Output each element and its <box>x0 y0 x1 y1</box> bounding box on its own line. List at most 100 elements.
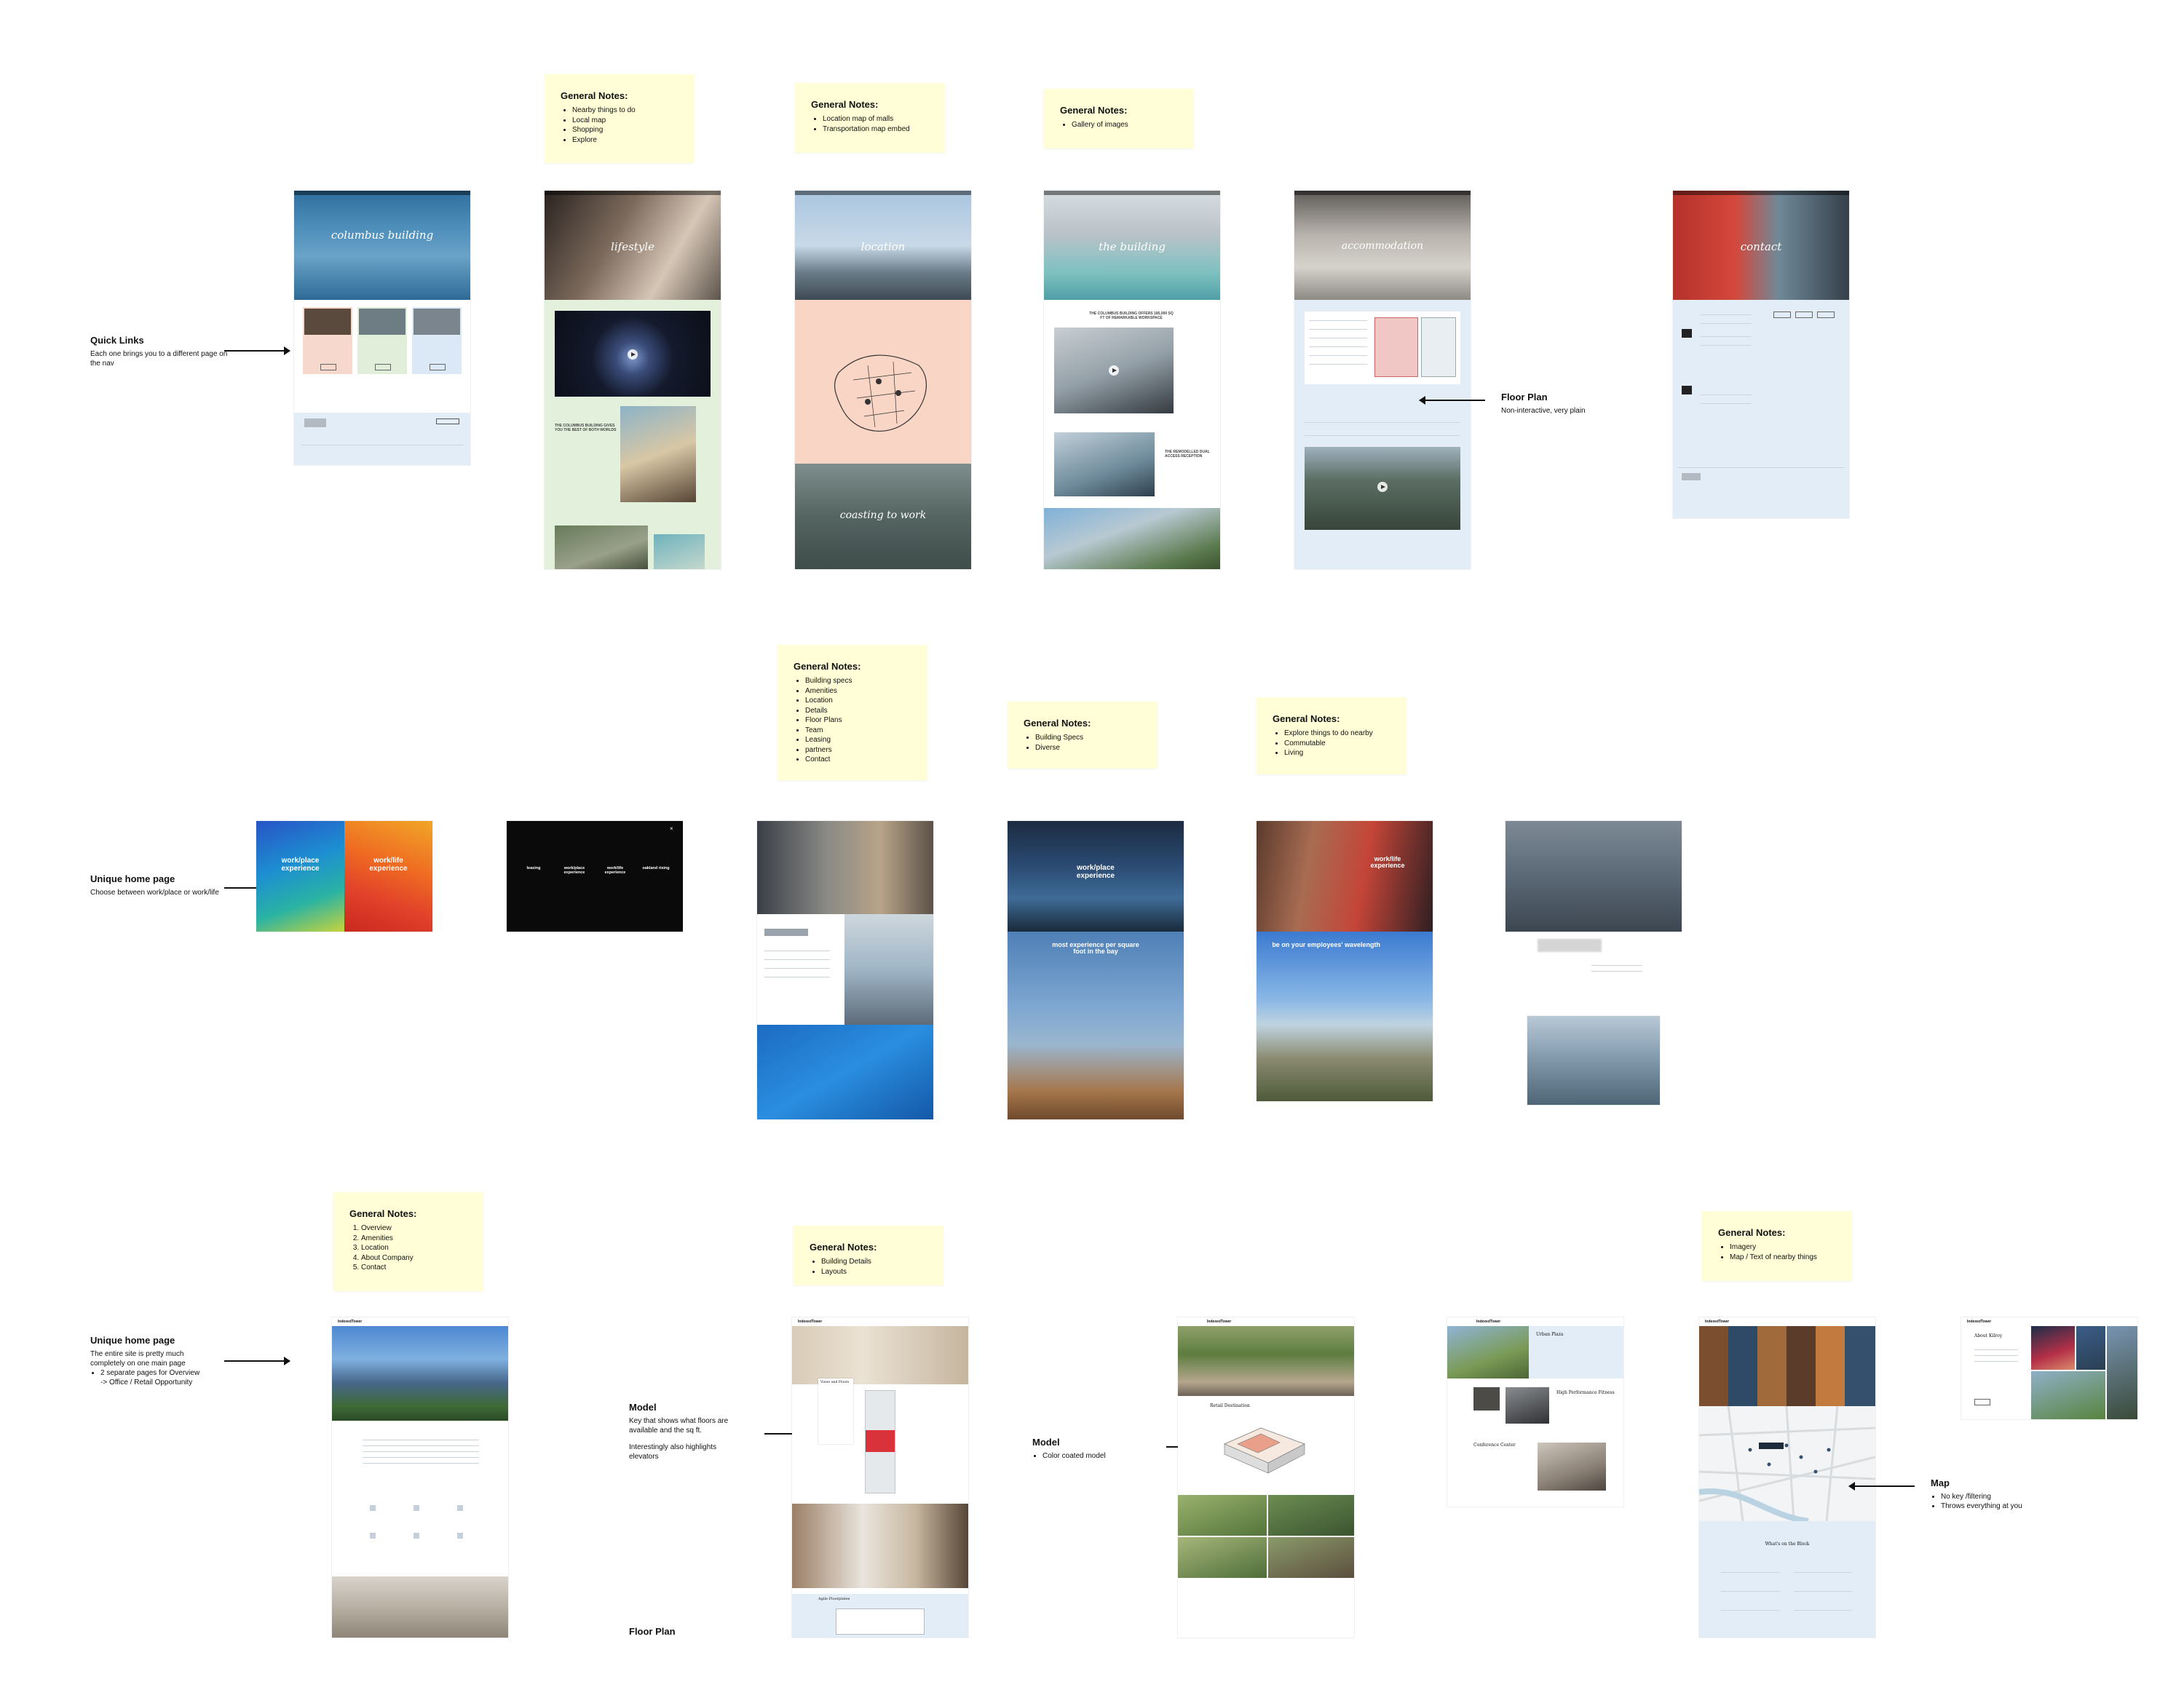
accordion-row[interactable] <box>1305 435 1460 436</box>
split-left-title: work/place experience <box>281 857 320 873</box>
menu-item[interactable]: work/place experience <box>556 866 593 875</box>
annotation-title: Quick Links <box>90 335 144 346</box>
brand-logo: IndexedTower <box>1476 1320 1501 1324</box>
note-item: Building specs <box>805 676 911 686</box>
quick-link-card[interactable] <box>357 307 407 374</box>
arrow-left-icon <box>1419 396 1485 405</box>
screenshot-map: IndexedTower What's on the Block <box>1699 1317 1875 1638</box>
note-item: Overview <box>361 1223 467 1234</box>
screenshot-tower-site <box>757 821 933 1119</box>
stat-icon <box>414 1533 419 1539</box>
block-list-panel: What's on the Block <box>1699 1521 1875 1638</box>
note-item: Living <box>1284 748 1390 758</box>
stat-icon <box>457 1533 463 1539</box>
info-panel <box>757 914 844 1025</box>
note-item: Location <box>805 696 911 706</box>
note-item: Team <box>805 726 911 736</box>
nav-bar <box>1673 191 1849 195</box>
screenshot-model: IndexedTower Views and Floors Agile Floo… <box>792 1317 968 1638</box>
annotation-unique-home-single: Unique home page The entire site is pret… <box>90 1335 214 1387</box>
plaza-image <box>555 525 648 569</box>
annotation-title: Model <box>1032 1437 1060 1448</box>
city-sky-image <box>1257 932 1433 1101</box>
location-map-illustration <box>834 354 927 432</box>
screenshot-about: IndexedTower About Kilroy <box>1961 1317 2137 1419</box>
brand-logo: IndexedTower <box>338 1320 363 1324</box>
note-item: Local map <box>572 116 678 126</box>
worklife-title: work/life experience <box>1370 855 1405 870</box>
split-left-panel[interactable] <box>256 821 344 932</box>
accordion-row[interactable] <box>1305 422 1460 423</box>
floorplan-panel: Agile Floorplates <box>792 1594 968 1638</box>
screenshot-worklife: work/life experience be on your employee… <box>1257 821 1433 1101</box>
sticky-note-lifestyle: General Notes: Nearby things to do Local… <box>545 74 694 163</box>
plaza-trees-image <box>1178 1326 1354 1396</box>
gallery-image <box>1178 1537 1267 1578</box>
commute-title: coasting to work <box>839 509 927 521</box>
gallery-image <box>1268 1495 1354 1536</box>
play-icon[interactable] <box>1377 482 1388 492</box>
plaza-image <box>1447 1326 1529 1378</box>
note-item: Gallery of images <box>1072 120 1178 130</box>
color-coded-model[interactable] <box>1217 1415 1312 1480</box>
screenshot-workplace: work/place experience most experience pe… <box>1008 821 1184 1119</box>
tower-sky-image <box>1008 932 1184 1119</box>
neighborhood-map[interactable] <box>1699 1405 1875 1524</box>
note-item: Building Details <box>821 1257 927 1267</box>
quick-link-card[interactable] <box>412 307 462 374</box>
contact-button[interactable] <box>1773 312 1791 318</box>
menu-item[interactable]: work/life experience <box>597 866 633 875</box>
contact-button[interactable] <box>1817 312 1835 318</box>
note-item: Commutable <box>1284 739 1390 749</box>
note-item: Contact <box>805 755 911 765</box>
split-right-panel[interactable] <box>344 821 432 932</box>
close-icon[interactable]: × <box>670 825 673 832</box>
screenshot-lifestyle: lifestyle THE COLUMBUS BUILDING GIVES YO… <box>545 191 721 569</box>
screenshot-city-site <box>1506 821 1682 932</box>
contact-button[interactable] <box>1795 312 1813 318</box>
note-title: General Notes: <box>1024 718 1091 729</box>
hero-title: lifestyle <box>611 240 654 253</box>
play-icon[interactable] <box>628 349 638 360</box>
split-right-title: work/life experience <box>369 857 408 873</box>
sticky-note-oakland-home: General Notes: Building specs Amenities … <box>778 645 927 780</box>
menu-item[interactable]: oakland rising <box>638 866 674 870</box>
intro-text: THE COLUMBUS BUILDING GIVES YOU THE BEST… <box>555 424 617 432</box>
screenshot-building: the building THE COLUMBUS BUILDING OFFER… <box>1044 191 1220 569</box>
tower-render-image <box>844 914 933 1025</box>
floor-plan-table <box>1305 312 1460 384</box>
footer-panel <box>294 413 470 465</box>
brand-logo: IndexedTower <box>1705 1320 1730 1324</box>
gallery-image <box>1268 1537 1354 1578</box>
stat-icon <box>457 1505 463 1511</box>
annotation-model-colors: Model Color coated model <box>1032 1437 1134 1461</box>
pool-image <box>654 534 705 569</box>
menu-item[interactable]: leasing <box>515 866 552 870</box>
annotation-desc: Interestingly also highlights elevators <box>629 1443 717 1461</box>
conference-image <box>1538 1443 1606 1491</box>
annotation-title: Floor Plan <box>1501 392 1548 402</box>
contact-logo <box>1682 329 1692 338</box>
annotation-desc: Each one brings you to a different page … <box>90 350 228 368</box>
intro-text: THE COLUMBUS BUILDING OFFERS 185,000 SQ … <box>1089 312 1174 320</box>
note-item: Transportation map embed <box>823 124 929 135</box>
note-item: Amenities <box>805 686 911 697</box>
annotation-bullet: -> Office / Retail Opportunity <box>100 1378 193 1386</box>
note-item: Contact <box>361 1263 467 1273</box>
sticky-note-location: General Notes: Location map of malls Tra… <box>795 83 945 153</box>
stat-icon <box>414 1505 419 1511</box>
lounge-image <box>792 1504 968 1588</box>
note-item: About Company <box>361 1253 467 1263</box>
note-item: Building Specs <box>1035 733 1142 743</box>
annotation-unique-home-split: Unique home page Choose between work/pla… <box>90 873 229 897</box>
note-title: General Notes: <box>810 1242 877 1253</box>
tower-model[interactable] <box>865 1390 895 1493</box>
screenshot-home: columbus building <box>294 191 470 465</box>
hero-woman-image <box>1257 821 1433 932</box>
note-item: Layouts <box>821 1267 927 1277</box>
note-item: Amenities <box>361 1234 467 1244</box>
quick-link-card[interactable] <box>303 307 352 374</box>
about-button[interactable] <box>1974 1399 1990 1405</box>
play-icon[interactable] <box>1109 365 1119 376</box>
interior-image <box>332 1576 508 1638</box>
